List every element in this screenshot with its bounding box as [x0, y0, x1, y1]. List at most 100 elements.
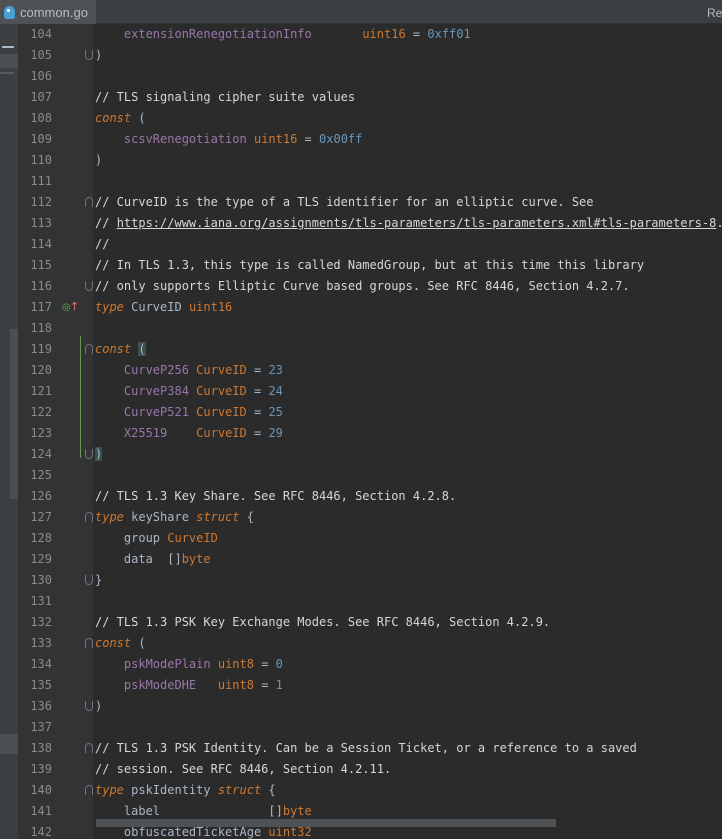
code-line[interactable]: 116 // only supports Elliptic Curve based… — [0, 276, 722, 297]
code-line[interactable]: 107 // TLS signaling cipher suite values — [0, 87, 722, 108]
code-editor[interactable]: 104 extensionRenegotiationInfo uint16 = … — [0, 24, 722, 839]
go-to-implementation-icon[interactable]: ↑ — [70, 300, 79, 313]
horizontal-scrollbar[interactable] — [96, 819, 556, 827]
code-line[interactable]: 113 // https://www.iana.org/assignments/t… — [0, 213, 722, 234]
code-token: 1 — [275, 678, 283, 692]
code-token: = — [253, 657, 276, 671]
line-number: 109 — [30, 132, 52, 146]
code-token: // TLS 1.3 PSK Key Exchange Modes. See R… — [95, 615, 551, 629]
fold-start-icon[interactable] — [85, 743, 93, 753]
code-line[interactable]: 127 type keyShare struct { — [0, 507, 722, 528]
line-number: 142 — [30, 825, 52, 839]
line-number: 110 — [30, 153, 52, 167]
code-token: https://www.iana.org/assignments/tls-par… — [116, 216, 717, 230]
code-text: const ( — [95, 633, 146, 654]
code-line[interactable]: 136) — [0, 696, 722, 717]
code-line[interactable]: 120 CurveP256 CurveID = 23 — [0, 360, 722, 381]
code-token: { — [239, 510, 254, 524]
code-text: // session. See RFC 8446, Section 4.2.11… — [95, 759, 391, 780]
code-line[interactable]: 109 scsvRenegotiation uint16 = 0x00ff — [0, 129, 722, 150]
code-line[interactable]: 134 pskModePlain uint8 = 0 — [0, 654, 722, 675]
fold-start-icon[interactable] — [85, 638, 93, 648]
code-line[interactable]: 106 — [0, 66, 722, 87]
fold-end-icon[interactable] — [85, 575, 93, 585]
fold-start-icon[interactable] — [85, 512, 93, 522]
code-line[interactable]: 117 ◎ ↑ type CurveID uint16 — [0, 297, 722, 318]
code-line[interactable]: 119 const ( — [0, 339, 722, 360]
line-number: 139 — [30, 762, 52, 776]
code-line[interactable]: 130} — [0, 570, 722, 591]
right-panel-label[interactable]: Re — [707, 6, 722, 20]
code-token: = — [405, 27, 428, 41]
code-token: 25 — [268, 405, 283, 419]
code-line[interactable]: 133 const ( — [0, 633, 722, 654]
code-line[interactable]: 110) — [0, 150, 722, 171]
code-token: 23 — [268, 363, 283, 377]
code-line[interactable]: 114 // — [0, 234, 722, 255]
code-line[interactable]: 125 — [0, 465, 722, 486]
editor-tab-bar: common.go Re — [0, 0, 722, 24]
code-line[interactable]: 115 // In TLS 1.3, this type is called Na… — [0, 255, 722, 276]
code-line[interactable]: 135 pskModeDHE uint8 = 1 — [0, 675, 722, 696]
fold-end-icon[interactable] — [85, 449, 93, 459]
code-line[interactable]: 131 — [0, 591, 722, 612]
code-token: = — [297, 132, 320, 146]
code-token: ) — [95, 153, 103, 167]
code-line[interactable]: 111 — [0, 171, 722, 192]
code-token: ( — [131, 111, 146, 125]
file-tab-label: common.go — [20, 4, 88, 20]
code-text: data []byte — [95, 549, 211, 570]
code-token: // — [95, 237, 110, 251]
fold-start-icon[interactable] — [85, 344, 93, 354]
code-text: } — [95, 570, 102, 591]
line-number: 115 — [30, 258, 52, 272]
line-number: 113 — [30, 216, 52, 230]
code-token: const — [95, 342, 132, 356]
code-token: uint16 — [362, 27, 406, 41]
code-line[interactable]: 139 // session. See RFC 8446, Section 4.2… — [0, 759, 722, 780]
code-line[interactable]: 132 // TLS 1.3 PSK Key Exchange Modes. Se… — [0, 612, 722, 633]
file-tab[interactable]: common.go — [0, 0, 96, 24]
code-line[interactable]: 112 // CurveID is the type of a TLS ident… — [0, 192, 722, 213]
code-line[interactable]: 122 CurveP521 CurveID = 25 — [0, 402, 722, 423]
line-number: 127 — [30, 510, 52, 524]
fold-end-icon[interactable] — [85, 701, 93, 711]
code-text: type pskIdentity struct { — [95, 780, 276, 801]
code-line[interactable]: 121 CurveP384 CurveID = 24 — [0, 381, 722, 402]
code-line[interactable]: 124) — [0, 444, 722, 465]
fold-end-icon[interactable] — [85, 281, 93, 291]
code-line[interactable]: 123 X25519 CurveID = 29 — [0, 423, 722, 444]
fold-start-icon[interactable] — [85, 785, 93, 795]
line-number: 105 — [30, 48, 52, 62]
code-text: ) — [95, 696, 102, 717]
line-number: 126 — [30, 489, 52, 503]
code-text: // TLS 1.3 PSK Key Exchange Modes. See R… — [95, 612, 550, 633]
code-line[interactable]: 137 — [0, 717, 722, 738]
code-line[interactable]: 129 data []byte — [0, 549, 722, 570]
code-token: uint8 — [217, 678, 254, 692]
code-text: // In TLS 1.3, this type is called Named… — [95, 255, 644, 276]
code-line[interactable]: 126 // TLS 1.3 Key Share. See RFC 8446, S… — [0, 486, 722, 507]
fold-start-icon[interactable] — [85, 197, 93, 207]
code-line[interactable]: 105) — [0, 45, 722, 66]
code-line[interactable]: 108 const ( — [0, 108, 722, 129]
fold-end-icon[interactable] — [85, 50, 93, 60]
line-number: 124 — [30, 447, 52, 461]
code-token: type — [95, 783, 124, 797]
code-line[interactable]: 118 — [0, 318, 722, 339]
code-line[interactable]: 104 extensionRenegotiationInfo uint16 = … — [0, 24, 722, 45]
code-line[interactable]: 128 group CurveID — [0, 528, 722, 549]
code-token: pskModeDHE — [123, 678, 197, 692]
code-line[interactable]: 138 // TLS 1.3 PSK Identity. Can be a Ses… — [0, 738, 722, 759]
code-token: = — [246, 363, 269, 377]
line-number: 108 — [30, 111, 52, 125]
code-token: group — [95, 531, 168, 545]
code-line[interactable]: 140 type pskIdentity struct { — [0, 780, 722, 801]
